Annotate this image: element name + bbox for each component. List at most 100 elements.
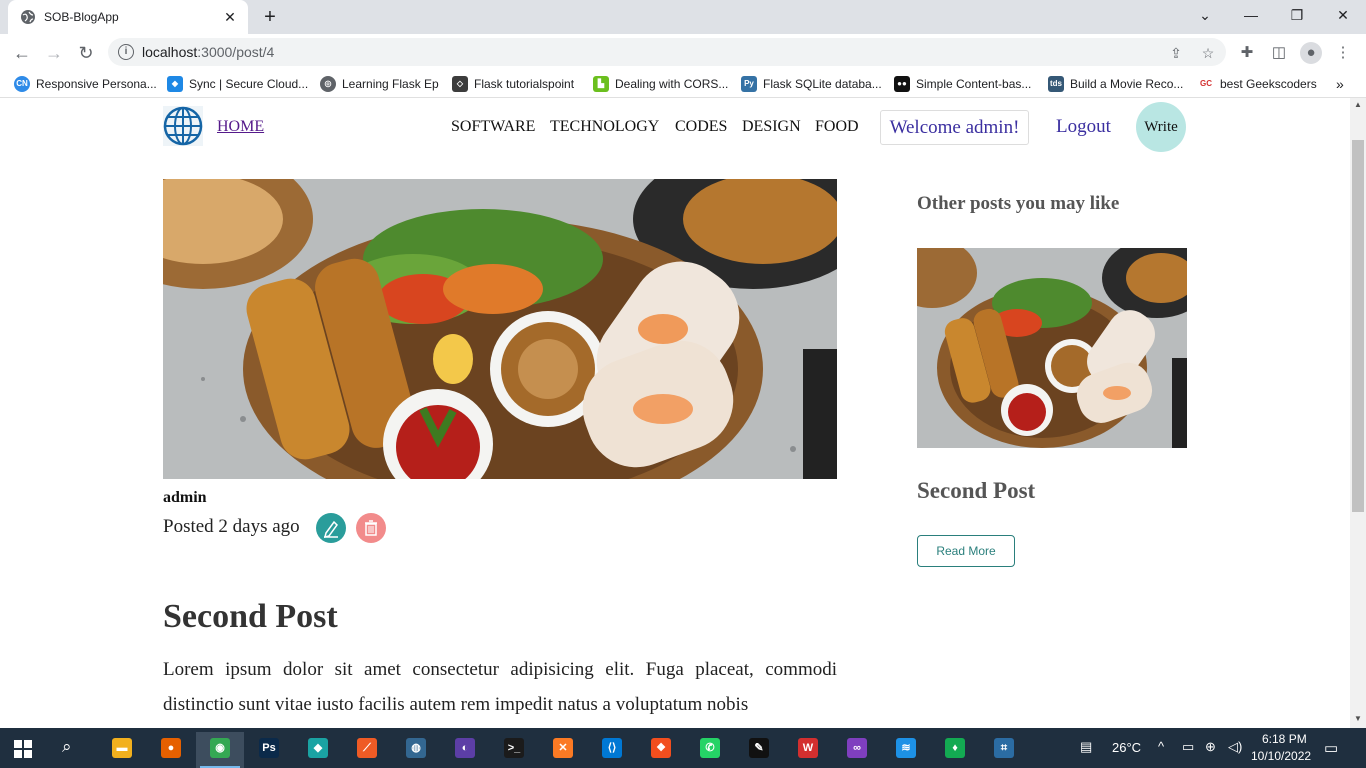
scroll-down-icon[interactable]: ▼ (1354, 714, 1362, 723)
taskbar-app-xampp[interactable]: ✕ (539, 732, 587, 768)
extensions-icon[interactable]: ✚ (1236, 42, 1258, 64)
menu-item-food[interactable]: FOOD (815, 118, 859, 136)
taskbar-app-wps-office[interactable]: W (784, 732, 832, 768)
bookmark-item[interactable]: ◆ Sync | Secure Cloud... (167, 76, 308, 92)
taskbar-app-postman[interactable]: ⟋ (343, 732, 391, 768)
eclipse-icon: ◐ (455, 738, 475, 758)
close-window-icon[interactable]: ✕ (1320, 0, 1366, 30)
taskbar-app-pgadmin[interactable]: ◍ (392, 732, 440, 768)
related-post-image[interactable] (917, 248, 1187, 448)
weather-icon[interactable]: ▤ (1080, 739, 1092, 755)
vscode-icon: ⟨⟩ (602, 738, 622, 758)
new-tab-icon[interactable]: + (258, 6, 282, 30)
taskbar-app-eclipse[interactable]: ◐ (441, 732, 489, 768)
related-post-title[interactable]: Second Post (917, 478, 1035, 504)
notifications-icon[interactable]: ▭ (1324, 739, 1338, 757)
file-explorer-icon: ▬ (112, 738, 132, 758)
site-info-icon[interactable]: i (118, 44, 134, 60)
bookmark-item[interactable]: ◇ Flask tutorialspoint (452, 76, 574, 92)
figma-icon: ❖ (651, 738, 671, 758)
cn-icon: CN (14, 76, 30, 92)
clock-date[interactable]: 10/10/2022 (1251, 749, 1311, 763)
url-text: localhost:3000/post/4 (142, 44, 275, 60)
menu-item-design[interactable]: DESIGN (742, 118, 801, 136)
taskbar-app-firefox[interactable]: ● (147, 732, 195, 768)
welcome-user-badge: Welcome admin! (880, 110, 1029, 145)
bookmark-item[interactable]: ◎ Learning Flask Ep (320, 76, 439, 92)
taskbar-app-photoshop[interactable]: Ps (245, 732, 293, 768)
forward-icon[interactable]: → (40, 39, 68, 67)
back-icon[interactable]: ← (8, 39, 36, 67)
bookmark-item[interactable]: GC best Geekscoders (1198, 76, 1317, 92)
post-body: Lorem ipsum dolor sit amet consectetur a… (163, 659, 837, 715)
battery-icon[interactable]: ▭ (1182, 739, 1194, 755)
side-panel-icon[interactable]: ◫ (1268, 42, 1290, 64)
python-icon: Py (741, 76, 757, 92)
delete-post-button[interactable] (356, 513, 386, 543)
taskbar-app-mongodb-compass[interactable]: ♦ (931, 732, 979, 768)
menu-item-codes[interactable]: CODES (675, 118, 727, 136)
restore-icon[interactable]: ❐ (1274, 0, 1320, 30)
clock-time[interactable]: 6:18 PM (1262, 732, 1307, 746)
menu-item-technology[interactable]: TECHNOLOGY (550, 118, 659, 136)
write-button[interactable]: Write (1136, 102, 1186, 152)
inkscape-icon: ✎ (749, 738, 769, 758)
page-viewport: HOME SOFTWARE TECHNOLOGY CODES DESIGN FO… (0, 98, 1350, 728)
windows-start-icon[interactable] (14, 740, 32, 758)
taskbar-app-chrome[interactable]: ◉ (196, 732, 244, 768)
taskbar-app-inkscape[interactable]: ✎ (735, 732, 783, 768)
page-scrollbar[interactable]: ▲ ▼ (1350, 98, 1366, 728)
browser-tab[interactable]: SOB-BlogApp ✕ (8, 0, 248, 34)
bookmark-item[interactable]: ●● Simple Content-bas... (894, 76, 1031, 92)
taskbar-app-docker[interactable]: ≋ (882, 732, 930, 768)
medium-icon: ●● (894, 76, 910, 92)
stair-icon: ▙ (593, 76, 609, 92)
tab-search-icon[interactable]: ⌄ (1182, 0, 1228, 30)
share-icon[interactable]: ⇪ (1166, 43, 1186, 63)
bookmark-item[interactable]: CN Responsive Persona... (14, 76, 157, 92)
bookmark-item[interactable]: tds Build a Movie Reco... (1048, 76, 1183, 92)
minimize-icon[interactable]: — (1228, 0, 1274, 30)
search-icon[interactable]: ⌕ (62, 737, 72, 757)
trash-icon (365, 520, 377, 536)
taskbar-app-whatsapp[interactable]: ✆ (686, 732, 734, 768)
logout-link[interactable]: Logout (1056, 116, 1111, 138)
globe-icon (21, 10, 35, 24)
menu-icon[interactable]: ⋮ (1332, 42, 1354, 64)
post-date: Posted 2 days ago (163, 516, 300, 537)
bookmark-star-icon[interactable]: ☆ (1198, 43, 1218, 63)
taskbar-app-figma[interactable]: ❖ (637, 732, 685, 768)
remote-desktop-icon: ⌗ (994, 738, 1014, 758)
home-link[interactable]: HOME (217, 118, 264, 136)
sync-icon: ◆ (167, 76, 183, 92)
chevron-up-icon[interactable]: ^ (1158, 739, 1164, 754)
globe-logo-icon[interactable] (163, 106, 203, 146)
edit-post-button[interactable] (316, 513, 346, 543)
tab-title: SOB-BlogApp (44, 10, 119, 24)
wps-office-icon: W (798, 738, 818, 758)
photoshop-icon: Ps (259, 738, 279, 758)
bookmark-item[interactable]: Py Flask SQLite databa... (741, 76, 882, 92)
more-bookmarks-icon[interactable]: » (1336, 76, 1344, 92)
address-bar[interactable]: i localhost:3000/post/4 ⇪ ☆ (108, 38, 1226, 66)
volume-icon[interactable]: ◁) (1228, 739, 1242, 755)
weather-temperature[interactable]: 26°C (1112, 740, 1141, 755)
windows-taskbar: ⌕ ▬ ● ◉ Ps ◆ ⟋ ◍ ◐ >_ ✕ ⟨⟩ ❖ ✆ ✎ W ∞ ≋ ♦ ⌗ ▤ 26°C ^ ▭ ⊕ ◁)… (0, 728, 1366, 768)
read-more-button[interactable]: Read More (917, 535, 1015, 567)
taskbar-app-remote-desktop[interactable]: ⌗ (980, 732, 1028, 768)
scrollbar-thumb[interactable] (1352, 140, 1364, 512)
taskbar-app-file-explorer[interactable]: ▬ (98, 732, 146, 768)
network-icon[interactable]: ⊕ (1205, 739, 1216, 755)
post-cover-image (163, 179, 837, 479)
scroll-up-icon[interactable]: ▲ (1354, 100, 1362, 109)
close-tab-icon[interactable]: ✕ (220, 7, 240, 27)
taskbar-app-visual-studio[interactable]: ∞ (833, 732, 881, 768)
post-author: admin (163, 489, 207, 506)
taskbar-app-git-kraken[interactable]: ◆ (294, 732, 342, 768)
menu-item-software[interactable]: SOFTWARE (451, 118, 535, 136)
taskbar-app-terminal[interactable]: >_ (490, 732, 538, 768)
reload-icon[interactable]: ↻ (72, 39, 100, 67)
taskbar-app-vscode[interactable]: ⟨⟩ (588, 732, 636, 768)
profile-avatar-icon[interactable]: ● (1300, 42, 1322, 64)
bookmark-item[interactable]: ▙ Dealing with CORS... (593, 76, 728, 92)
